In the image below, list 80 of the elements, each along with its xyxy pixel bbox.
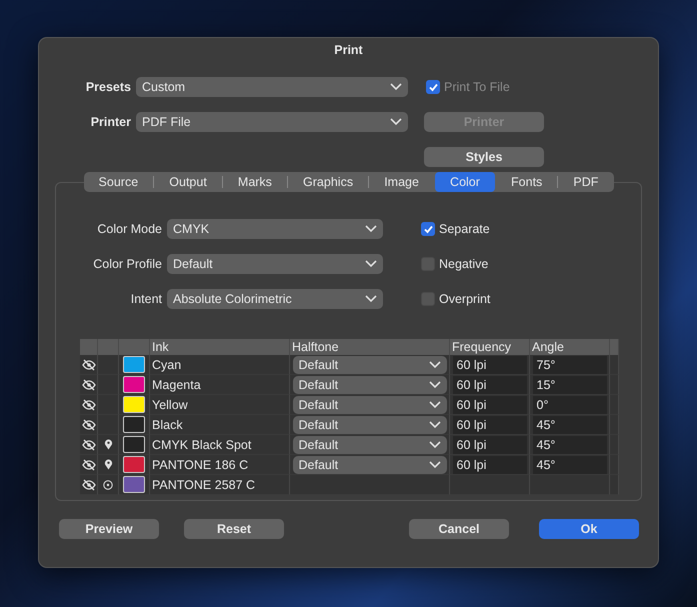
window-title: Print [334,42,363,59]
ink-name: Cyan [150,355,290,375]
chevron-icon [365,260,377,268]
tab[interactable]: Marks [222,172,287,192]
ink-name: Yellow [150,395,290,415]
column-header: Frequency [450,339,530,355]
angle-field[interactable]: 45° [532,436,606,454]
halftone-dropdown[interactable]: Default [292,396,446,414]
column-header: Ink [150,339,290,355]
frequency-field[interactable]: 60 lpi [452,456,526,474]
chevron-icon [365,295,377,303]
hidden-eye-icon[interactable] [82,358,96,370]
dropdown[interactable]: Absolute Colorimetric [167,289,383,309]
field-label: Color Profile [92,257,163,271]
hidden-eye-icon[interactable] [82,398,96,410]
hidden-eye-icon[interactable] [82,478,96,490]
column-header: Angle [530,339,610,355]
tab[interactable]: Color [435,172,495,192]
ink-name: Magenta [150,375,290,395]
option-checkbox[interactable]: Negative [421,254,490,274]
column-header: Halftone [290,339,450,355]
chevron-icon [428,400,440,408]
chevron-icon [390,83,402,91]
halftone-dropdown[interactable]: Default [292,416,446,434]
option-checkbox[interactable]: Separate [421,219,490,239]
ink-name: PANTONE 2587 C [150,475,290,495]
halftone-dropdown[interactable]: Default [292,376,446,394]
checkmark-icon [422,224,434,234]
frequency-field[interactable]: 60 lpi [452,396,526,414]
chevron-icon [428,360,440,368]
chevron-icon [428,440,440,448]
chevron-icon [428,420,440,428]
hidden-eye-icon[interactable] [82,378,96,390]
halftone-dropdown[interactable]: Default [292,456,446,474]
tab[interactable]: PDF [558,172,614,192]
ink-name: Black [150,415,290,435]
tab[interactable]: Image [369,172,434,192]
hidden-eye-icon[interactable] [82,438,96,450]
angle-field[interactable]: 15° [532,376,606,394]
chevron-icon [365,225,377,233]
target-icon[interactable] [103,480,113,490]
frequency-field[interactable]: 60 lpi [452,356,526,374]
dialog-button[interactable]: Preview [59,519,159,539]
dropdown[interactable]: Default [167,254,383,274]
angle-field[interactable]: 0° [532,396,606,414]
dialog-button[interactable]: Reset [184,519,284,539]
printer-dropdown[interactable]: PDF File [136,112,408,132]
angle-field[interactable]: 45° [532,416,606,434]
dialog-button[interactable]: Ok [539,519,639,539]
angle-field[interactable]: 75° [532,356,606,374]
presets-dropdown[interactable]: Custom [136,77,408,97]
tab[interactable]: Output [154,172,222,192]
dropdown[interactable]: CMYK [167,219,383,239]
tab[interactable]: Source [84,172,154,192]
option-checkbox[interactable]: Overprint [421,289,490,309]
hidden-eye-icon[interactable] [82,418,96,430]
dialog-button[interactable]: Cancel [409,519,509,539]
field-label: Presets [84,80,132,94]
chevron-icon [428,460,440,468]
hidden-eye-icon[interactable] [82,458,96,470]
frequency-field[interactable]: 60 lpi [452,416,526,434]
frequency-field[interactable]: 60 lpi [452,436,526,454]
frequency-field[interactable]: 60 lpi [452,376,526,394]
column-header [610,339,619,355]
checkmark-icon [428,82,438,92]
pin-icon[interactable] [104,439,112,450]
chevron-icon [390,118,402,126]
ink-name: PANTONE 186 C [150,455,290,475]
tab[interactable]: Fonts [496,172,558,192]
styles-button[interactable]: Styles [424,147,544,167]
field-label: Color Mode [96,222,163,236]
chevron-icon [428,380,440,388]
tab[interactable]: Graphics [288,172,368,192]
halftone-dropdown[interactable]: Default [292,356,446,374]
pin-icon[interactable] [104,459,112,470]
angle-field[interactable]: 45° [532,456,606,474]
ink-name: CMYK Black Spot [150,435,290,455]
field-label: Intent [130,292,163,306]
field-label: Printer [90,115,132,129]
halftone-dropdown[interactable]: Default [292,436,446,454]
